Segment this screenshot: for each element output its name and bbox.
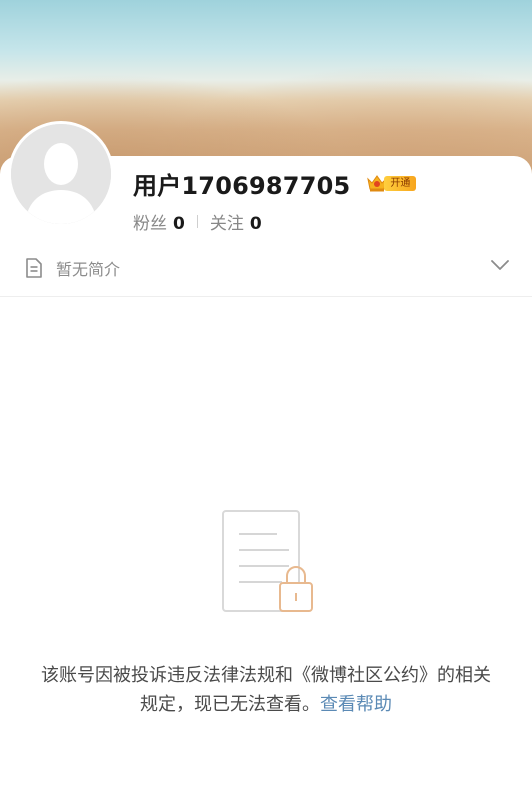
chevron-down-icon[interactable] bbox=[490, 258, 510, 272]
following-count: 0 bbox=[249, 213, 262, 234]
vip-badge[interactable]: 开通 bbox=[366, 172, 417, 194]
fans-stat[interactable]: 粉丝 0 bbox=[133, 209, 185, 234]
help-link[interactable]: 查看帮助 bbox=[320, 694, 392, 715]
following-stat[interactable]: 关注 0 bbox=[210, 209, 262, 234]
fans-count: 0 bbox=[173, 213, 185, 234]
default-avatar-icon bbox=[11, 124, 111, 224]
fans-label: 粉丝 bbox=[133, 213, 167, 234]
locked-document-icon bbox=[222, 510, 313, 612]
bio-row[interactable]: 暂无简介 bbox=[0, 248, 532, 288]
bio-text: 暂无简介 bbox=[56, 260, 121, 279]
username: 用户1706987705 bbox=[133, 171, 351, 200]
vip-open-label: 开通 bbox=[384, 175, 417, 191]
profile-stats: 粉丝 0 关注 0 bbox=[133, 209, 262, 234]
stats-divider bbox=[196, 214, 198, 228]
section-divider bbox=[0, 296, 532, 297]
notice-message: 该账号因被投诉违反法律法规和《微博社区公约》的相关规定，现已无法查看。 bbox=[41, 665, 491, 715]
account-blocked-notice: 该账号因被投诉违反法律法规和《微博社区公约》的相关规定，现已无法查看。查看帮助 bbox=[40, 661, 492, 719]
avatar[interactable] bbox=[8, 121, 114, 227]
username-row: 用户1706987705 开通 bbox=[133, 165, 417, 201]
document-icon bbox=[26, 258, 42, 278]
following-label: 关注 bbox=[209, 213, 244, 234]
